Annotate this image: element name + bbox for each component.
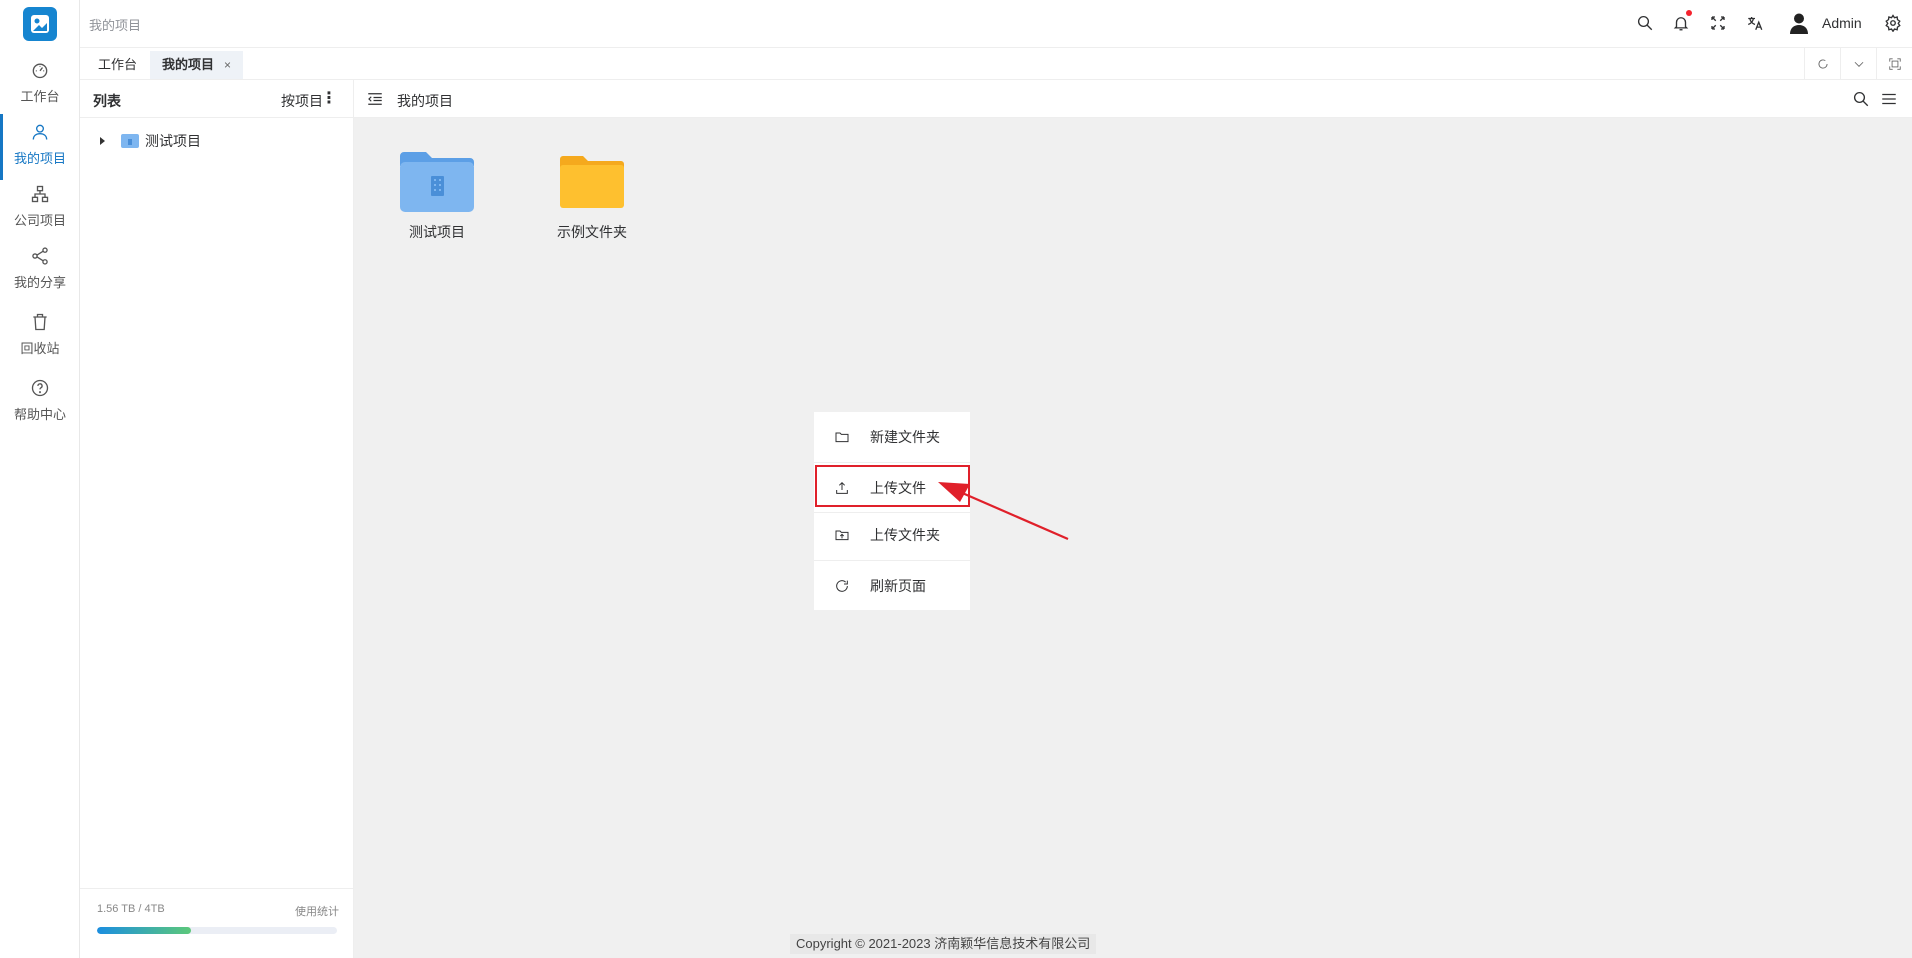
- user-name[interactable]: Admin: [1822, 15, 1862, 31]
- folder-icon: [560, 156, 624, 208]
- left-nav: 工作台 我的项目 公司项目 我的分享 回收站 帮助中心: [0, 0, 80, 958]
- folder-icon: [835, 432, 849, 443]
- expand-arrow-icon[interactable]: [100, 137, 105, 145]
- menu-item-refresh[interactable]: 刷新页面: [814, 563, 970, 609]
- trash-icon: [33, 313, 47, 330]
- nav-item-label: 我的项目: [13, 150, 66, 166]
- nav-item-my-projects[interactable]: 我的项目: [0, 114, 80, 180]
- header-search-button[interactable]: [1634, 12, 1656, 34]
- settings-button[interactable]: [1882, 12, 1904, 34]
- indent-icon: [368, 93, 382, 105]
- search-icon: [1637, 15, 1653, 31]
- main-title: 我的项目: [397, 93, 453, 109]
- nav-item-my-shares[interactable]: 我的分享: [0, 238, 80, 298]
- storage-progress-bar: [97, 927, 337, 934]
- tab-workbench[interactable]: 工作台: [86, 51, 149, 79]
- tab-close-button[interactable]: ×: [224, 58, 231, 72]
- project-list-panel: 列表 按项目 ⋮ 测试项目 1.56 TB / 4TB 使用统计: [80, 80, 354, 958]
- menu-divider: [814, 560, 970, 561]
- bell-icon: [1673, 17, 1689, 31]
- tab-label: 我的项目: [162, 57, 215, 72]
- logo-icon: [31, 15, 49, 33]
- nav-item-label: 工作台: [20, 88, 60, 104]
- tree-node-label: 测试项目: [145, 133, 201, 149]
- file-item-project[interactable]: 测试项目: [382, 150, 492, 242]
- annotation-arrow-icon: [938, 482, 1069, 541]
- menu-item-label: 新建文件夹: [870, 429, 940, 445]
- more-options-button[interactable]: ⋮: [321, 88, 337, 108]
- upload-folder-icon: [835, 530, 849, 541]
- tree-node[interactable]: 测试项目: [100, 130, 201, 152]
- menu-item-new-folder[interactable]: 新建文件夹: [814, 414, 970, 460]
- panel-title: 列表: [93, 93, 121, 109]
- tab-my-projects[interactable]: 我的项目 ×: [150, 51, 244, 79]
- avatar-icon: [1790, 13, 1808, 34]
- menu-icon: [1882, 93, 1896, 105]
- storage-text: 1.56 TB / 4TB: [97, 903, 165, 915]
- fullscreen-icon: [1711, 16, 1725, 30]
- nav-item-recycle-bin[interactable]: 回收站: [0, 304, 80, 364]
- usage-stats-link[interactable]: 使用统计: [295, 903, 339, 919]
- refresh-tab-button[interactable]: [1804, 48, 1840, 80]
- sort-by-project-button[interactable]: 按项目: [281, 91, 323, 111]
- avatar[interactable]: [1786, 10, 1812, 36]
- tab-bar: 工作台 我的项目 ×: [80, 48, 1912, 80]
- help-icon: [31, 379, 49, 396]
- breadcrumb: 我的项目: [89, 18, 142, 33]
- nav-item-workbench[interactable]: 工作台: [0, 52, 80, 112]
- nav-item-help-center[interactable]: 帮助中心: [0, 370, 80, 430]
- org-chart-icon: [31, 185, 49, 202]
- refresh-icon: [836, 580, 848, 592]
- dashboard-icon: [32, 62, 48, 78]
- nav-item-company-projects[interactable]: 公司项目: [0, 176, 80, 236]
- menu-item-label: 刷新页面: [870, 578, 926, 594]
- nav-item-label: 回收站: [20, 340, 60, 356]
- storage-usage: 1.56 TB / 4TB 使用统计: [80, 888, 354, 936]
- fullscreen-button[interactable]: [1707, 12, 1729, 34]
- nav-item-label: 我的分享: [13, 274, 66, 290]
- menu-divider: [814, 462, 970, 463]
- collapse-panel-button[interactable]: [366, 90, 384, 108]
- app-logo[interactable]: [23, 7, 57, 41]
- search-icon: [1853, 91, 1869, 107]
- project-folder-icon: [400, 152, 474, 212]
- tab-label: 工作台: [98, 57, 138, 72]
- file-item-folder[interactable]: 示例文件夹: [537, 150, 647, 242]
- gear-icon: [1885, 14, 1901, 32]
- nav-item-label: 帮助中心: [13, 406, 66, 422]
- panel-header: 列表 按项目 ⋮: [80, 80, 353, 118]
- nav-item-label: 公司项目: [13, 212, 66, 228]
- copyright-footer: Copyright © 2021-2023 济南颖华信息技术有限公司: [790, 934, 1097, 954]
- file-area[interactable]: 测试项目 示例文件夹: [354, 118, 1912, 958]
- storage-progress-fill: [97, 927, 191, 934]
- main-toolbar: 我的项目: [354, 80, 1912, 118]
- project-folder-icon: [121, 134, 139, 148]
- tab-maximize-button[interactable]: [1876, 48, 1912, 80]
- top-header: 我的项目 Admin: [80, 0, 1912, 48]
- file-name: 测试项目: [409, 224, 465, 240]
- chevron-down-icon: [1854, 61, 1863, 67]
- maximize-icon: [1888, 58, 1901, 70]
- language-button[interactable]: [1744, 12, 1766, 34]
- notifications-button[interactable]: [1670, 10, 1692, 34]
- reload-icon: [1818, 59, 1828, 69]
- main-search-button[interactable]: [1852, 90, 1870, 108]
- share-icon: [32, 246, 48, 265]
- notification-dot: [1686, 10, 1692, 16]
- file-name: 示例文件夹: [557, 224, 627, 240]
- user-icon: [32, 124, 48, 140]
- tab-dropdown-button[interactable]: [1840, 48, 1876, 80]
- translate-icon: [1747, 17, 1763, 31]
- view-menu-button[interactable]: [1880, 90, 1898, 108]
